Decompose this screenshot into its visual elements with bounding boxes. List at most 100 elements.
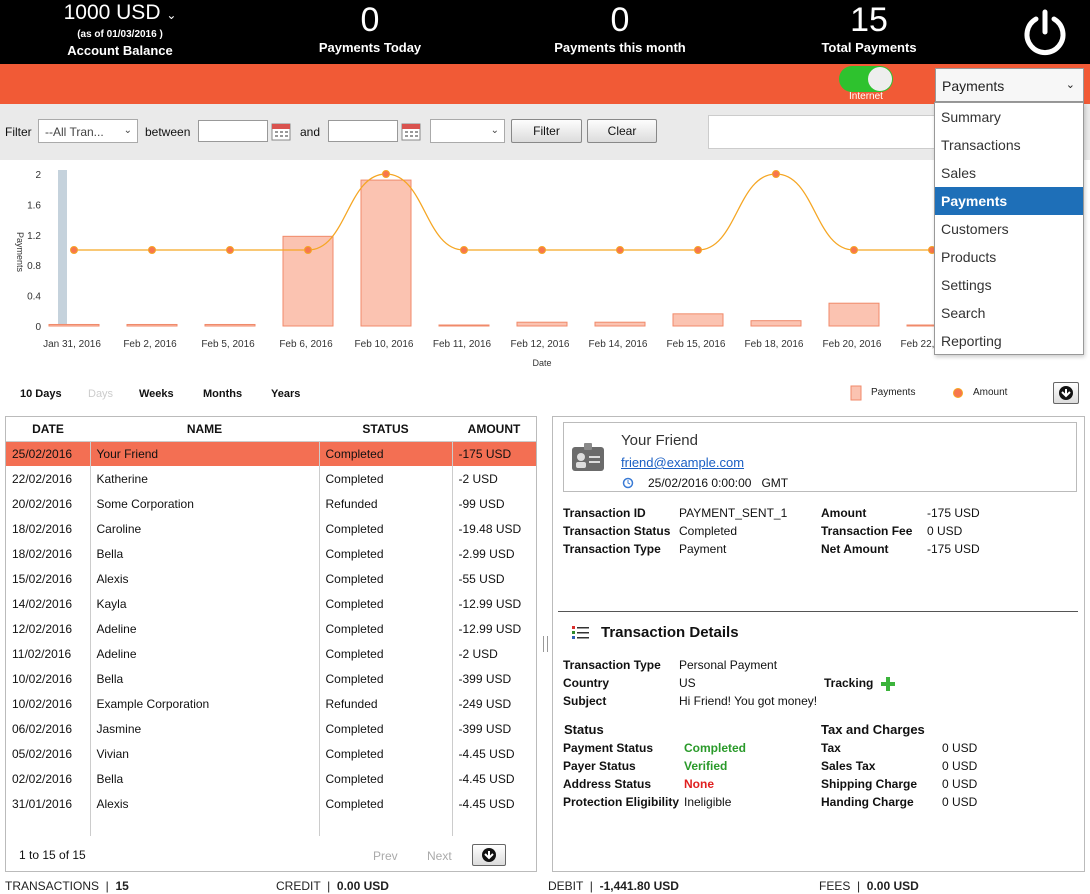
menu-item-reporting[interactable]: Reporting (935, 327, 1083, 355)
chart-point (850, 246, 858, 254)
table-row[interactable]: 18/02/2016 Bella Completed -2.99 USD (6, 541, 536, 566)
table-row[interactable]: 14/02/2016 Kayla Completed -12.99 USD (6, 591, 536, 616)
balance-amount: 1000 USD (63, 1, 161, 24)
menu-item-sales[interactable]: Sales (935, 159, 1083, 187)
transaction-details-title: Transaction Details (601, 624, 739, 641)
table-row[interactable]: 31/01/2016 Alexis Completed -4.45 USD (6, 791, 536, 816)
cell-name: Bella (90, 766, 320, 791)
menu-item-customers[interactable]: Customers (935, 215, 1083, 243)
table-row[interactable]: 15/02/2016 Alexis Completed -55 USD (6, 566, 536, 591)
cell-amount: -399 USD (458, 671, 512, 686)
table-row[interactable]: 06/02/2016 Jasmine Completed -399 USD (6, 716, 536, 741)
txn-id-label: Transaction ID (563, 506, 646, 520)
protection-value: Ineligible (684, 795, 732, 809)
amount-label: Amount (821, 506, 867, 520)
end-date-input[interactable] (328, 120, 398, 142)
column-header-status[interactable]: STATUS (319, 417, 452, 442)
cell-status: Completed (319, 766, 453, 791)
net-amount-label: Net Amount (821, 542, 889, 556)
clear-button[interactable]: Clear (587, 119, 657, 143)
transaction-type-select[interactable]: --All Tran... ⌄ (38, 119, 138, 143)
table-row[interactable]: 02/02/2016 Bella Completed -4.45 USD (6, 766, 536, 791)
cell-date: 18/02/2016 (6, 516, 91, 541)
footer-debit-value: -1,441.80 USD (599, 879, 679, 893)
panel-splitter[interactable] (543, 636, 548, 652)
cell-amount: -4.45 USD (458, 746, 515, 761)
detail-type-label: Transaction Type (563, 658, 661, 672)
fee-label: Transaction Fee (821, 524, 913, 538)
x-tick-label: Feb 2, 2016 (123, 339, 177, 350)
cell-date: 02/02/2016 (6, 766, 91, 791)
range-years[interactable]: Years (271, 388, 300, 400)
table-download-button[interactable] (472, 844, 506, 866)
calendar-icon[interactable] (400, 120, 422, 142)
tracking-label: Tracking (824, 676, 874, 690)
transactions-table-body: 25/02/2016 Your Friend Completed -175 USD 22… (6, 441, 536, 816)
cell-amount: -12.99 USD (458, 596, 522, 611)
table-row[interactable]: 11/02/2016 Adeline Completed -2 USD (6, 641, 536, 666)
cell-amount: -2 USD (458, 471, 498, 486)
range-10-days[interactable]: 10 Days (20, 388, 62, 400)
fee-value: 0 USD (927, 524, 963, 538)
prev-button[interactable]: Prev (373, 849, 398, 863)
y-axis-label: Payments (15, 232, 25, 273)
contact-card-icon (572, 443, 604, 471)
search-box[interactable] (708, 115, 948, 149)
menu-item-summary[interactable]: Summary (935, 103, 1083, 131)
table-row[interactable]: 25/02/2016 Your Friend Completed -175 USD (6, 441, 536, 466)
next-button[interactable]: Next (427, 849, 452, 863)
menu-item-search[interactable]: Search (935, 299, 1083, 327)
y-tick-label: 1.6 (27, 200, 41, 211)
filter-button[interactable]: Filter (511, 119, 582, 143)
power-icon[interactable] (1020, 8, 1070, 58)
table-row[interactable]: 18/02/2016 Caroline Completed -19.48 USD (6, 516, 536, 541)
between-label: between (145, 125, 191, 139)
x-tick-label: Feb 18, 2016 (745, 339, 804, 350)
nav-select[interactable]: Payments ⌄ (935, 68, 1084, 102)
menu-item-transactions[interactable]: Transactions (935, 131, 1083, 159)
legend-amount-swatch (953, 388, 963, 398)
footer-transactions: TRANSACTIONS | 15 (5, 879, 129, 893)
cell-date: 05/02/2016 (6, 741, 91, 766)
range-months[interactable]: Months (203, 388, 242, 400)
cell-date: 18/02/2016 (6, 541, 91, 566)
range-days[interactable]: Days (88, 388, 113, 400)
txn-status-label: Transaction Status (563, 524, 671, 538)
calendar-icon[interactable] (270, 120, 292, 142)
table-row[interactable]: 10/02/2016 Example Corporation Refunded -24… (6, 691, 536, 716)
chart-download-button[interactable] (1053, 382, 1079, 404)
add-tracking-icon[interactable] (880, 676, 896, 692)
start-date-input[interactable] (198, 120, 268, 142)
contact-email-link[interactable]: friend@example.com (621, 455, 744, 470)
cell-name: Some Corporation (90, 491, 320, 516)
x-tick-label: Jan 31, 2016 (43, 339, 101, 350)
account-balance: 1000 USD ⌄ (as of 01/03/2016 ) Account B… (40, 0, 200, 59)
menu-item-products[interactable]: Products (935, 243, 1083, 271)
chart-point (694, 246, 702, 254)
cell-date: 31/01/2016 (6, 791, 91, 816)
column-header-amount[interactable]: AMOUNT (452, 417, 536, 442)
table-row[interactable]: 20/02/2016 Some Corporation Refunded -99 US… (6, 491, 536, 516)
menu-item-settings[interactable]: Settings (935, 271, 1083, 299)
cell-amount: -249 USD (458, 696, 512, 711)
tax-value: 0 USD (942, 741, 978, 755)
total-payments-label: Total Payments (821, 40, 917, 55)
cell-amount: -4.45 USD (458, 796, 515, 811)
nav-select-value: Payments (942, 78, 1005, 94)
column-header-name[interactable]: NAME (90, 417, 319, 442)
table-row[interactable]: 12/02/2016 Adeline Completed -12.99 USD (6, 616, 536, 641)
balance-currency-select[interactable]: 1000 USD ⌄ (40, 0, 200, 28)
range-weeks[interactable]: Weeks (139, 388, 174, 400)
table-row[interactable]: 10/02/2016 Bella Completed -399 USD (6, 666, 536, 691)
cell-name: Alexis (90, 791, 320, 816)
payments-today-stat: 0 Payments Today (300, 0, 440, 55)
cell-name: Example Corporation (90, 691, 320, 716)
cell-date: 20/02/2016 (6, 491, 91, 516)
menu-item-payments[interactable]: Payments (935, 187, 1083, 215)
column-header-date[interactable]: DATE (6, 417, 90, 442)
table-row[interactable]: 05/02/2016 Vivian Completed -4.45 USD (6, 741, 536, 766)
period-select[interactable]: ⌄ (430, 119, 505, 143)
cell-name: Alexis (90, 566, 320, 591)
table-row[interactable]: 22/02/2016 Katherine Completed -2 USD (6, 466, 536, 491)
internet-toggle[interactable] (839, 66, 893, 92)
